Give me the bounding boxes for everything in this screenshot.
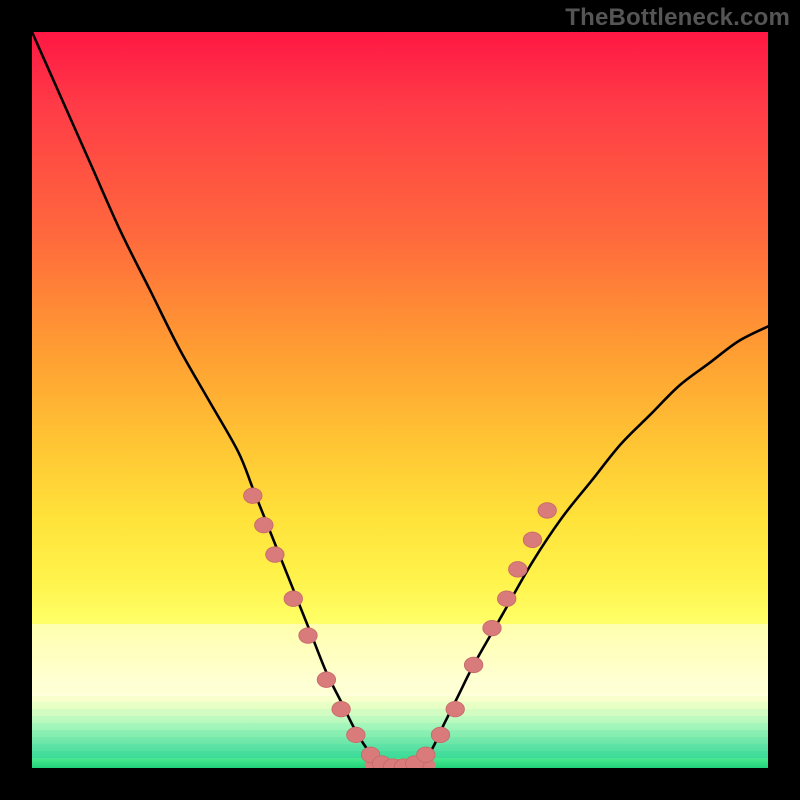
curve-marker [431, 727, 449, 742]
curve-marker [483, 620, 501, 635]
curve-marker [498, 591, 516, 606]
curve-marker [464, 657, 482, 672]
bottleneck-curve [32, 32, 768, 768]
curve-marker [509, 562, 527, 577]
curve-marker [317, 672, 335, 687]
curve-marker [446, 701, 464, 716]
curve-marker [255, 517, 273, 532]
watermark-text: TheBottleneck.com [565, 4, 790, 32]
chart-frame: TheBottleneck.com [0, 0, 800, 800]
curve-marker [417, 747, 435, 762]
curve-layer [32, 32, 768, 768]
curve-marker [244, 488, 262, 503]
curve-marker [523, 532, 541, 547]
curve-markers [244, 488, 557, 768]
curve-marker [538, 503, 556, 518]
curve-marker [284, 591, 302, 606]
curve-marker [266, 547, 284, 562]
curve-marker [347, 727, 365, 742]
plot-area [32, 32, 768, 768]
curve-marker [332, 701, 350, 716]
curve-marker [299, 628, 317, 643]
